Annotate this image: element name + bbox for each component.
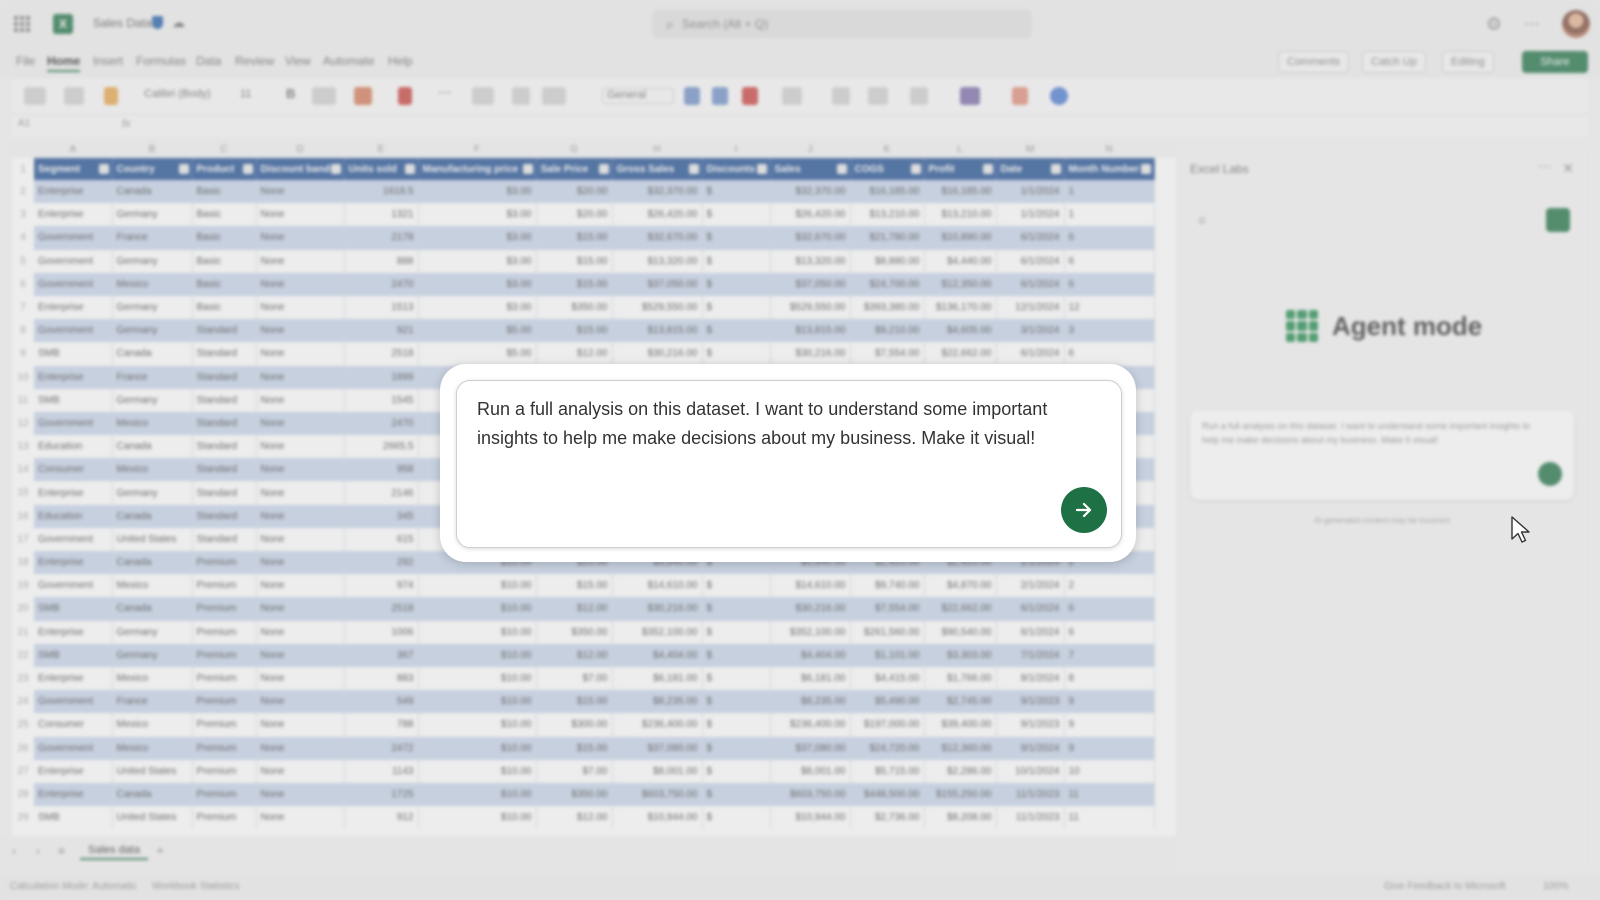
prompt-text[interactable]: Run a full analysis on this dataset. I w… [477, 395, 1067, 452]
prompt-callout: Run a full analysis on this dataset. I w… [440, 364, 1136, 562]
prompt-input-box[interactable]: Run a full analysis on this dataset. I w… [456, 380, 1122, 548]
send-button[interactable] [1061, 487, 1107, 533]
mouse-cursor-icon [1511, 516, 1530, 543]
arrow-right-icon [1075, 502, 1092, 518]
